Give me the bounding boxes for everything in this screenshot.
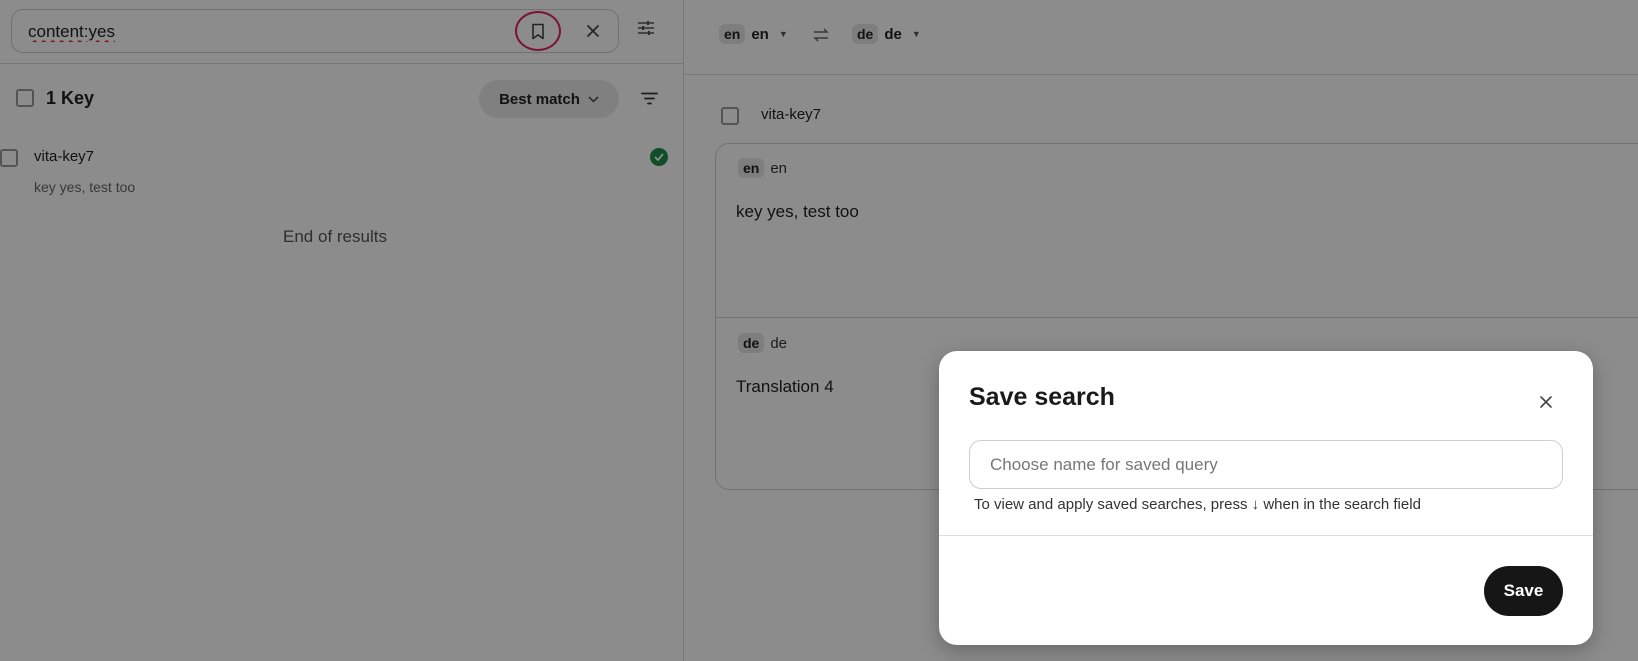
divider <box>939 535 1593 536</box>
saved-query-name-input[interactable] <box>969 440 1563 489</box>
app: 1 Key Best match vita-key7 key yes, test… <box>0 0 1638 661</box>
save-button[interactable]: Save <box>1484 566 1563 616</box>
dialog-title: Save search <box>969 383 1115 411</box>
dialog-hint: To view and apply saved searches, press … <box>974 496 1421 513</box>
dialog-close-button[interactable] <box>1533 389 1559 415</box>
close-icon <box>1540 396 1552 408</box>
save-search-dialog: Save search To view and apply saved sear… <box>939 351 1593 645</box>
